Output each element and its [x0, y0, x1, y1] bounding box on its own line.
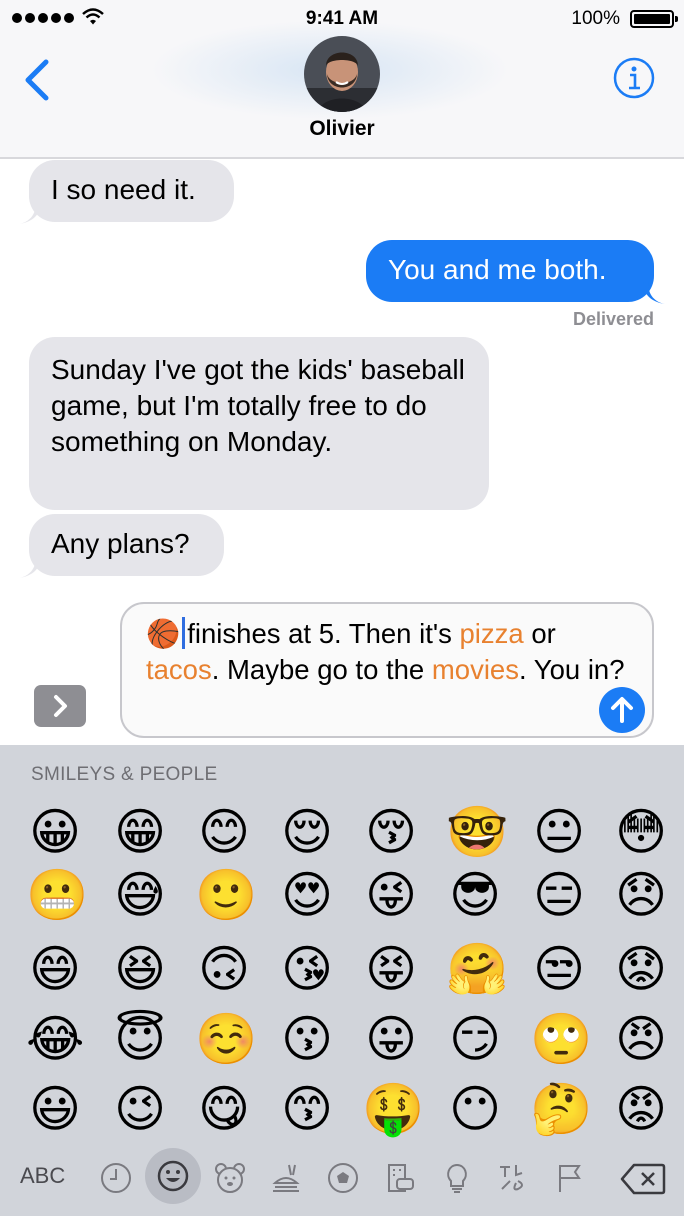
- emoji-key[interactable]: 😳: [612, 803, 670, 861]
- emoji-key[interactable]: 😐: [530, 803, 588, 861]
- emoji-key[interactable]: 😡: [612, 1080, 670, 1138]
- backspace-icon[interactable]: [620, 1163, 666, 1195]
- contact-name[interactable]: Olivier: [0, 117, 684, 141]
- emoji-key[interactable]: 😃: [26, 1080, 84, 1138]
- bubble-tail: [19, 556, 41, 578]
- emoji-key[interactable]: 😉: [111, 1080, 169, 1138]
- compose-text-segment: finishes at 5. Then it's: [187, 618, 460, 649]
- emoji-key[interactable]: 🙂: [195, 866, 257, 924]
- emoji-key[interactable]: 😞: [612, 866, 670, 924]
- flag-icon[interactable]: [553, 1161, 587, 1195]
- bear-icon[interactable]: [213, 1161, 247, 1195]
- emoji-key[interactable]: 😠: [612, 1010, 670, 1068]
- emoji-key[interactable]: 😆: [111, 940, 169, 998]
- emoji-key[interactable]: 😁: [111, 803, 169, 861]
- status-bar: 9:41 AM 100%: [0, 0, 684, 40]
- chevron-left-icon[interactable]: [18, 58, 58, 102]
- emoji-key[interactable]: 😚: [362, 803, 420, 861]
- smiley-icon[interactable]: [156, 1159, 190, 1193]
- message-bubble-incoming[interactable]: Any plans?: [29, 514, 224, 576]
- emoji-key[interactable]: 😅: [111, 866, 169, 924]
- emoji-key[interactable]: 🤓: [446, 803, 508, 861]
- emoji-key[interactable]: 🤑: [362, 1080, 424, 1138]
- text-cursor: [182, 617, 186, 649]
- battery-icon: [630, 10, 678, 28]
- emoji-key[interactable]: 😇: [111, 1010, 169, 1068]
- symbols-icon[interactable]: [496, 1161, 530, 1195]
- emoji-key[interactable]: 😌: [278, 803, 336, 861]
- emoji-key[interactable]: 🙄: [530, 1010, 592, 1068]
- compose-text-segment: or: [523, 618, 556, 649]
- emoji-key[interactable]: 😜: [362, 866, 420, 924]
- emoji-key[interactable]: 😊: [195, 803, 253, 861]
- emoji-key[interactable]: 🤔: [530, 1080, 592, 1138]
- message-bubble-incoming[interactable]: I so need it.: [29, 160, 234, 222]
- emoji-key[interactable]: 😬: [26, 866, 88, 924]
- suggestion-pizza[interactable]: pizza: [460, 618, 524, 649]
- chevron-right-icon: [54, 695, 67, 717]
- emoji-key[interactable]: 😝: [362, 940, 420, 998]
- compose-text-segment: . Maybe go to the: [211, 654, 432, 685]
- building-icon[interactable]: [383, 1161, 417, 1195]
- clock-icon[interactable]: [99, 1161, 133, 1195]
- compose-text-segment: . You in?: [518, 654, 625, 685]
- info-icon[interactable]: [613, 57, 655, 99]
- suggestion-movies[interactable]: movies: [432, 654, 519, 685]
- emoji-key[interactable]: 😛: [362, 1010, 420, 1068]
- emoji-key[interactable]: 😑: [530, 866, 588, 924]
- emoji-key[interactable]: 😟: [612, 940, 670, 998]
- expand-apps-button[interactable]: [34, 685, 86, 727]
- ball-icon[interactable]: [326, 1161, 360, 1195]
- basketball-icon: 🏀: [146, 618, 181, 649]
- emoji-key[interactable]: 🙃: [195, 940, 253, 998]
- message-bubble-outgoing[interactable]: You and me both.: [366, 240, 654, 302]
- emoji-key[interactable]: 😒: [530, 940, 588, 998]
- arrow-up-icon: [611, 697, 633, 723]
- emoji-key[interactable]: 😙: [278, 1080, 336, 1138]
- keyboard-section-title: SMILEYS & PEOPLE: [31, 764, 218, 785]
- emoji-key[interactable]: 😏: [446, 1010, 504, 1068]
- emoji-key[interactable]: 😋: [195, 1080, 253, 1138]
- food-icon[interactable]: [269, 1161, 303, 1195]
- bubble-tail: [19, 202, 41, 224]
- message-input-text[interactable]: 🏀 finishes at 5. Then it's pizza or tacos…: [146, 616, 626, 688]
- emoji-key[interactable]: 😶: [446, 1080, 504, 1138]
- send-button[interactable]: [599, 687, 645, 733]
- bubble-tail: [643, 282, 665, 304]
- emoji-key[interactable]: 🤗: [446, 940, 508, 998]
- lightbulb-icon[interactable]: [440, 1161, 474, 1195]
- avatar[interactable]: [304, 36, 380, 112]
- abc-key[interactable]: ABC: [20, 1163, 65, 1189]
- emoji-key[interactable]: 😍: [278, 866, 336, 924]
- emoji-key[interactable]: 😀: [26, 803, 84, 861]
- battery-percent: 100%: [571, 8, 620, 29]
- emoji-key[interactable]: 😂: [26, 1010, 84, 1068]
- message-bubble-incoming[interactable]: Sunday I've got the kids' baseball game,…: [29, 337, 489, 510]
- emoji-key[interactable]: ☺️: [195, 1010, 257, 1068]
- emoji-key[interactable]: 😄: [26, 940, 84, 998]
- emoji-key[interactable]: 😘: [278, 940, 336, 998]
- delivery-status: Delivered: [572, 309, 654, 329]
- suggestion-tacos[interactable]: tacos: [146, 654, 212, 685]
- emoji-key[interactable]: 😎: [446, 866, 504, 924]
- message-input[interactable]: 🏀 finishes at 5. Then it's pizza or tacos…: [120, 602, 654, 738]
- emoji-key[interactable]: 😗: [278, 1010, 336, 1068]
